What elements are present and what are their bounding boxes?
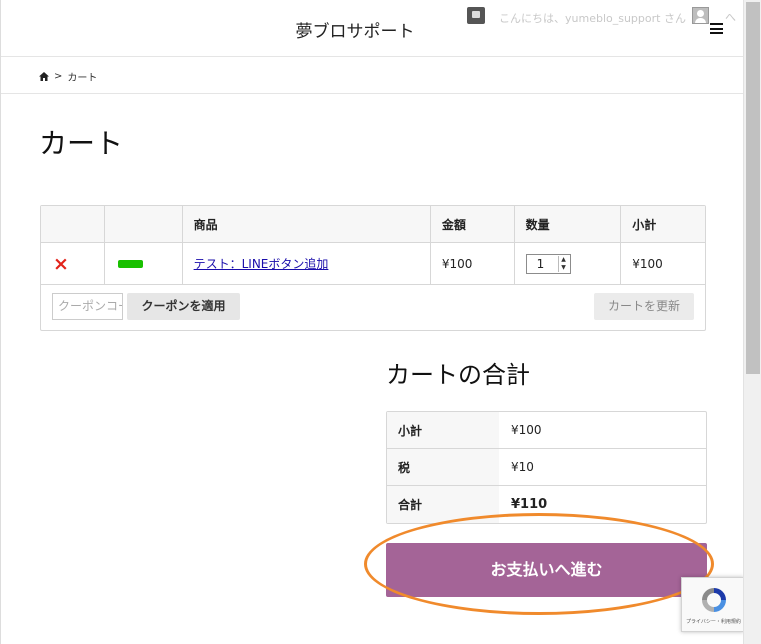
cart-totals-table: 小計 ¥100 税 ¥10 合計 ¥110 <box>386 411 707 524</box>
cart-totals-title: カートの合計 <box>386 361 530 389</box>
recaptcha-badge[interactable]: プライバシー・利用規約 <box>681 577 743 632</box>
thumbnail-cell <box>105 243 183 284</box>
product-cell: テスト：LINEボタン追加 <box>183 243 431 284</box>
totals-row-subtotal: 小計 ¥100 <box>387 412 706 449</box>
cart-table: 商品 金額 数量 小計 × テスト：LINEボタン追加 ¥100 1 ▲ ▼ ¥… <box>40 205 706 331</box>
totals-value: ¥10 <box>511 460 534 474</box>
menu-icon[interactable] <box>710 23 723 34</box>
proceed-to-checkout-button[interactable]: お支払いへ進む <box>386 543 707 597</box>
decrement-icon[interactable]: ▼ <box>559 264 569 272</box>
cart-actions-row: クーポンコード クーポンを適用 カートを更新 <box>41 285 705 330</box>
table-header-row: 商品 金額 数量 小計 <box>41 206 705 243</box>
recaptcha-text[interactable]: プライバシー・利用規約 <box>686 618 741 625</box>
site-title[interactable]: 夢ブロサポート <box>1 17 709 42</box>
totals-label: 合計 <box>387 486 499 523</box>
page-title: カート <box>39 127 124 160</box>
column-header <box>41 206 105 242</box>
site-header: こんにちは、yumeblo_support さん へ 夢ブロサポート <box>1 0 743 57</box>
apply-coupon-button[interactable]: クーポンを適用 <box>127 293 240 320</box>
column-header-product: 商品 <box>183 206 431 242</box>
table-row: × テスト：LINEボタン追加 ¥100 1 ▲ ▼ ¥100 <box>41 243 705 285</box>
totals-row-tax: 税 ¥10 <box>387 449 706 486</box>
totals-value: ¥110 <box>511 497 548 512</box>
recaptcha-logo <box>702 588 726 612</box>
column-header-price: 金額 <box>431 206 515 242</box>
scrollbar[interactable] <box>743 0 761 644</box>
breadcrumb-current: カート <box>67 73 98 84</box>
breadcrumb: > カート <box>39 69 97 84</box>
breadcrumb-separator: > <box>54 71 63 82</box>
totals-label: 税 <box>387 449 499 485</box>
remove-cell: × <box>41 243 105 284</box>
column-header-subtotal: 小計 <box>632 217 657 232</box>
quantity-spinner[interactable]: ▲ ▼ <box>557 255 569 272</box>
product-thumbnail[interactable] <box>117 259 143 268</box>
increment-icon[interactable]: ▲ <box>559 256 569 264</box>
totals-row-total: 合計 ¥110 <box>387 486 706 523</box>
totals-value: ¥100 <box>511 423 542 437</box>
quantity-cell: 1 ▲ ▼ <box>515 243 622 284</box>
product-name-link[interactable]: テスト：LINEボタン追加 <box>194 255 329 272</box>
update-cart-button[interactable]: カートを更新 <box>594 293 694 320</box>
remove-icon[interactable]: × <box>53 253 69 275</box>
price-cell: ¥100 <box>431 243 515 284</box>
totals-label: 小計 <box>387 412 499 448</box>
coupon-input[interactable]: クーポンコード <box>52 293 123 320</box>
page: こんにちは、yumeblo_support さん へ 夢ブロサポート > カート… <box>0 0 743 644</box>
scrollbar-thumb[interactable] <box>746 2 760 374</box>
subtotal-cell: ¥100 <box>632 256 663 271</box>
quantity-value[interactable]: 1 <box>537 257 545 271</box>
home-icon[interactable] <box>39 72 49 81</box>
column-header <box>105 206 183 242</box>
column-header-quantity: 数量 <box>515 206 622 242</box>
quantity-stepper[interactable]: 1 ▲ ▼ <box>525 253 571 274</box>
breadcrumb-divider <box>1 93 743 94</box>
admin-bar-more[interactable]: へ <box>725 9 736 25</box>
